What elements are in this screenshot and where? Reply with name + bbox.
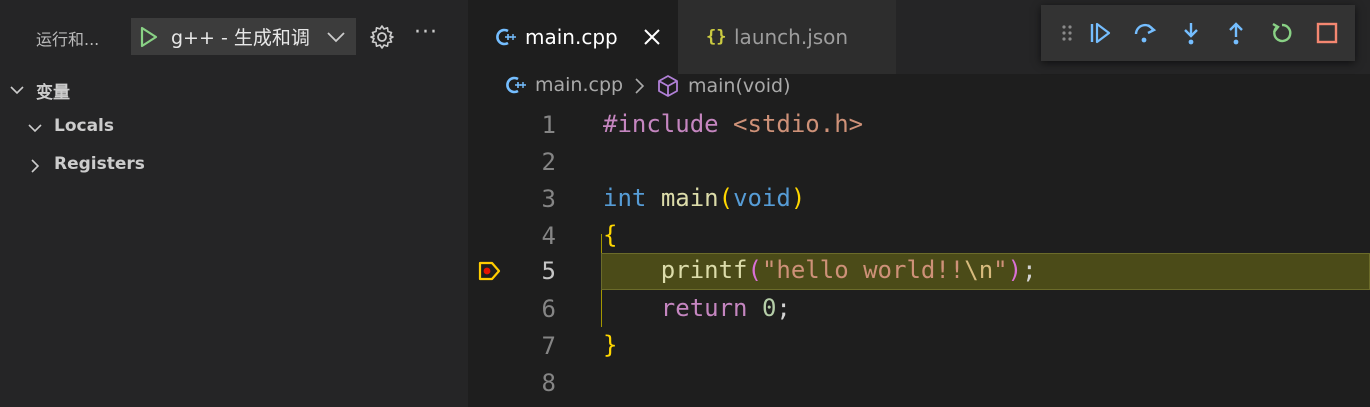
token: (: [718, 184, 734, 212]
token: int: [603, 184, 647, 212]
line-number: 2: [541, 148, 556, 176]
token: ": [993, 256, 1008, 284]
gear-icon[interactable]: [369, 24, 395, 50]
cpp-file-icon: [494, 26, 516, 52]
line-number: 6: [541, 295, 556, 323]
run-config-label: g++ - 生成和调: [171, 27, 310, 49]
token: printf: [660, 256, 748, 284]
more-actions-icon[interactable]: ···: [414, 20, 438, 45]
method-cube-icon: [658, 75, 678, 97]
tree-item-registers[interactable]: Registers: [0, 146, 468, 184]
chevron-down-icon: [321, 31, 351, 43]
token: <stdio.h>: [733, 110, 864, 138]
line-number: 4: [541, 222, 556, 250]
chevron-down-icon: [28, 120, 42, 134]
line-number: 1: [541, 111, 556, 139]
tab-launch-json[interactable]: {} launch.json: [678, 0, 896, 74]
line-number: 8: [541, 369, 556, 397]
section-variables[interactable]: 变量: [0, 70, 468, 108]
restart-icon[interactable]: [1270, 21, 1294, 45]
tab-label: main.cpp: [525, 25, 618, 49]
code-editor[interactable]: 1 #include <stdio.h> 2 3 int main(void) …: [468, 105, 1370, 407]
token: {: [603, 221, 618, 249]
breakpoint-current-icon[interactable]: [478, 260, 502, 288]
sidebar-title: 运行和...: [36, 30, 100, 49]
token: 0: [761, 294, 777, 322]
token: "hello world!!: [761, 256, 965, 284]
line-number: 7: [541, 332, 556, 360]
breadcrumb: main.cpp main(void): [468, 74, 1370, 102]
token: ;: [776, 294, 791, 322]
code-line-current: 5 printf("hello world!!\n");: [468, 253, 1370, 290]
debug-toolbar: [1041, 5, 1355, 61]
run-config-select[interactable]: g++ - 生成和调: [131, 18, 356, 55]
step-into-icon[interactable]: [1179, 21, 1203, 45]
code-line: 7 }: [468, 328, 1370, 365]
token: #include: [603, 110, 719, 138]
token: ;: [1022, 256, 1037, 284]
token: ): [790, 184, 806, 212]
line-number: 3: [541, 185, 556, 213]
token: void: [733, 184, 791, 212]
token: return: [660, 294, 748, 322]
continue-icon[interactable]: [1088, 21, 1112, 45]
breadcrumb-file[interactable]: main.cpp: [504, 74, 623, 96]
debug-sidebar: 运行和... g++ - 生成和调 ··· 变量 Locals Register…: [0, 0, 468, 407]
code-line: 8: [468, 365, 1370, 402]
code-line: 4 {: [468, 218, 1370, 255]
breadcrumb-symbol[interactable]: main(void): [656, 74, 791, 98]
token: (: [747, 256, 762, 284]
breadcrumb-file-label: main.cpp: [535, 74, 624, 96]
line-number: 5: [541, 257, 556, 285]
code-line: 6 return 0;: [468, 291, 1370, 328]
sidebar-header: 运行和... g++ - 生成和调 ···: [0, 0, 468, 74]
step-out-icon[interactable]: [1224, 21, 1248, 45]
code-line: 1 #include <stdio.h>: [468, 107, 1370, 144]
json-file-icon: {}: [704, 24, 728, 52]
token: main: [660, 184, 719, 212]
tab-main-cpp[interactable]: main.cpp: [468, 0, 678, 74]
token: ): [1007, 256, 1023, 284]
drag-handle-icon[interactable]: [1055, 21, 1079, 45]
code-line: 2: [468, 144, 1370, 181]
code-line: 3 int main(void): [468, 181, 1370, 218]
variables-tree: 变量 Locals Registers: [0, 70, 468, 184]
chevron-down-icon: [10, 82, 24, 96]
tree-item-locals[interactable]: Locals: [0, 108, 468, 146]
tree-item-label: Locals: [54, 116, 115, 136]
tree-item-label: Registers: [54, 154, 145, 174]
svg-text:{}: {}: [706, 27, 726, 47]
section-label: 变量: [36, 83, 70, 103]
cpp-file-icon: [506, 76, 526, 94]
start-debugging-icon[interactable]: [131, 26, 167, 48]
token: }: [603, 331, 618, 359]
chevron-right-icon: [28, 158, 42, 173]
token: \n: [964, 256, 994, 284]
close-icon[interactable]: [641, 26, 663, 48]
step-over-icon[interactable]: [1133, 21, 1157, 45]
breadcrumb-symbol-label: main(void): [688, 75, 791, 97]
chevron-right-icon: [632, 76, 646, 96]
stop-icon[interactable]: [1315, 21, 1339, 45]
tab-label: launch.json: [734, 25, 849, 49]
